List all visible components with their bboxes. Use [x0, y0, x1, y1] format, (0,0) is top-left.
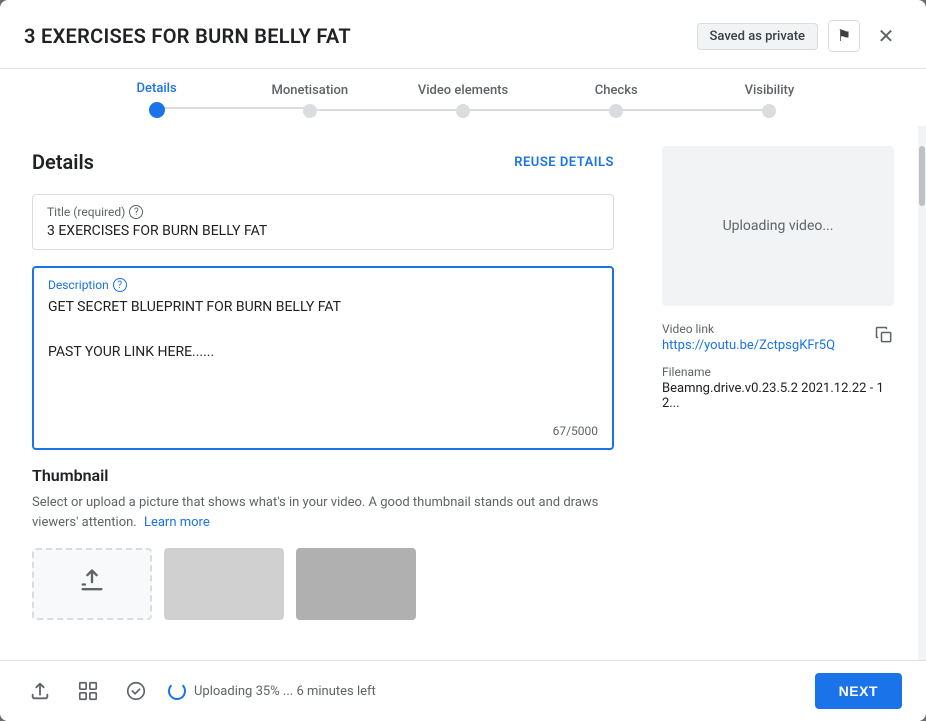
thumbnail-preview-1	[164, 548, 284, 620]
step-visibility[interactable]: Visibility	[693, 83, 846, 118]
thumbnail-section: Thumbnail Select or upload a picture tha…	[32, 466, 614, 620]
description-help-icon[interactable]: ?	[113, 278, 127, 292]
right-panel: Uploading video... Video link https://yo…	[638, 126, 918, 660]
thumbnail-desc: Select or upload a picture that shows wh…	[32, 493, 614, 532]
flag-button[interactable]: ⚑	[828, 20, 860, 52]
copy-row: Video link https://youtu.be/ZctpsgKFr5Q	[662, 322, 894, 353]
learn-more-link[interactable]: Learn more	[144, 515, 210, 530]
footer-left: Uploading 35% ... 6 minutes left	[24, 675, 376, 707]
scrollbar-thumb	[919, 146, 925, 206]
video-link-info: Video link https://youtu.be/ZctpsgKFr5Q	[662, 322, 835, 353]
step-visibility-dot	[762, 104, 776, 118]
title-label: Title (required) ?	[47, 205, 599, 219]
step-video-elements-label: Video elements	[418, 83, 508, 98]
step-video-elements-dot	[456, 104, 470, 118]
modal-body: Details REUSE DETAILS Title (required) ?	[0, 126, 926, 660]
step-monetisation-dot	[303, 104, 317, 118]
step-details-label: Details	[137, 81, 177, 96]
close-button[interactable]: ✕	[870, 20, 902, 52]
left-panel: Details REUSE DETAILS Title (required) ?	[0, 126, 638, 660]
upload-status-text: Uploading 35% ... 6 minutes left	[194, 684, 376, 699]
title-input[interactable]	[47, 223, 599, 239]
description-label: Description ?	[48, 278, 598, 292]
section-header: Details REUSE DETAILS	[32, 150, 614, 174]
video-link-value[interactable]: https://youtu.be/ZctpsgKFr5Q	[662, 338, 835, 353]
thumbnail-preview-2	[296, 548, 416, 620]
saved-badge: Saved as private	[697, 23, 818, 50]
uploading-text: Uploading video...	[723, 218, 834, 234]
upload-progress: Uploading 35% ... 6 minutes left	[168, 682, 376, 700]
step-visibility-label: Visibility	[745, 83, 795, 98]
step-video-elements[interactable]: Video elements	[386, 83, 539, 118]
step-details[interactable]: Details	[80, 81, 233, 118]
thumbnail-title: Thumbnail	[32, 466, 614, 485]
close-icon: ✕	[878, 24, 895, 49]
modal-title: 3 EXERCISES FOR BURN BELLY FAT	[24, 24, 351, 48]
flag-icon: ⚑	[837, 26, 851, 46]
reuse-details-link[interactable]: REUSE DETAILS	[514, 155, 614, 170]
char-count: 67/5000	[48, 424, 598, 438]
copy-icon[interactable]	[874, 325, 894, 350]
modal-footer: Uploading 35% ... 6 minutes left NEXT	[0, 660, 926, 721]
video-preview: Uploading video...	[662, 146, 894, 306]
description-field-group: Description ? GET SECRET BLUEPRINT FOR B…	[32, 266, 614, 450]
video-link-row: Video link https://youtu.be/ZctpsgKFr5Q	[662, 322, 894, 353]
thumbnail-row	[32, 548, 614, 620]
header-actions: Saved as private ⚑ ✕	[697, 20, 902, 52]
video-link-label: Video link	[662, 322, 835, 336]
title-field-box: Title (required) ?	[32, 194, 614, 250]
step-checks-label: Checks	[595, 83, 638, 98]
filename-label: Filename	[662, 365, 894, 379]
progress-spinner	[168, 682, 186, 700]
title-field-group: Title (required) ?	[32, 194, 614, 250]
step-details-dot	[149, 102, 165, 118]
description-textarea[interactable]: GET SECRET BLUEPRINT FOR BURN BELLY FAT …	[48, 296, 598, 416]
step-monetisation-label: Monetisation	[272, 83, 349, 98]
check-circle-icon[interactable]	[120, 675, 152, 707]
thumbnail-upload-button[interactable]	[32, 548, 152, 620]
next-button[interactable]: NEXT	[815, 673, 902, 709]
step-checks-dot	[609, 104, 623, 118]
filename-row: Filename Beamng.drive.v0.23.5.2 2021.12.…	[662, 365, 894, 411]
title-help-icon[interactable]: ?	[129, 205, 143, 219]
modal-header: 3 EXERCISES FOR BURN BELLY FAT Saved as …	[0, 0, 926, 69]
scrollbar[interactable]	[918, 126, 926, 660]
step-checks[interactable]: Checks	[540, 83, 693, 118]
grid-icon-footer[interactable]	[72, 675, 104, 707]
upload-icon-footer[interactable]	[24, 675, 56, 707]
description-field-box: Description ? GET SECRET BLUEPRINT FOR B…	[32, 266, 614, 450]
upload-modal: 3 EXERCISES FOR BURN BELLY FAT Saved as …	[0, 0, 926, 721]
step-monetisation[interactable]: Monetisation	[233, 83, 386, 118]
section-title: Details	[32, 150, 94, 174]
filename-value: Beamng.drive.v0.23.5.2 2021.12.22 - 12..…	[662, 381, 894, 411]
steps-bar: Details Monetisation Video elements Chec…	[0, 69, 926, 126]
upload-icon	[78, 567, 106, 601]
